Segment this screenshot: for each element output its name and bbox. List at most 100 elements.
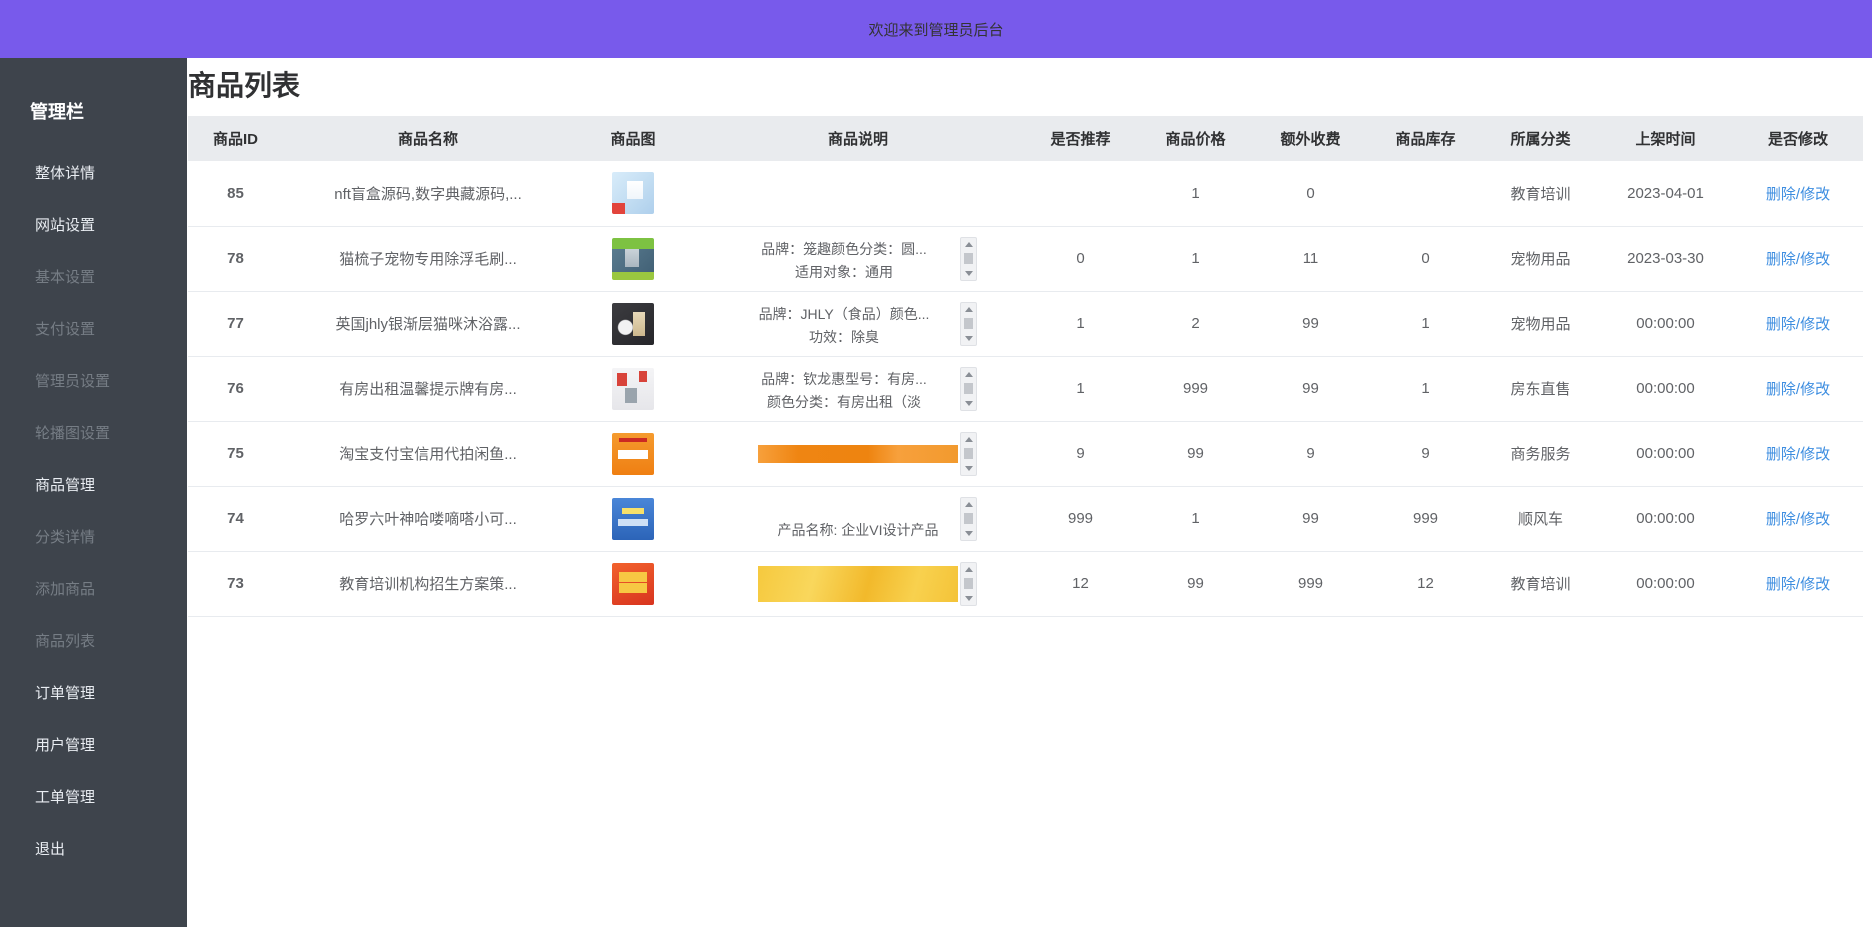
sidebar-item-product-management[interactable]: 商品管理 <box>0 460 187 512</box>
scroll-thumb[interactable] <box>964 448 973 459</box>
price-value: 99 <box>1138 421 1253 487</box>
price-value: 1 <box>1138 486 1253 552</box>
product-id: 73 <box>188 551 283 617</box>
delete-modify-link[interactable]: 删除/修改 <box>1766 186 1830 203</box>
scroll-thumb[interactable] <box>964 383 973 394</box>
description-scrollbar[interactable] <box>960 236 977 281</box>
category-value: 房东直售 <box>1483 356 1598 422</box>
sidebar-item-overall-details[interactable]: 整体详情 <box>0 148 187 200</box>
sidebar-item-add-product[interactable]: 添加商品 <box>0 564 187 616</box>
table-row: 77 英国jhly银渐层猫咪沐浴露... 品牌：JHLY（食品）颜色... 功效… <box>188 291 1863 357</box>
scroll-up-arrow-icon[interactable] <box>964 371 973 377</box>
scroll-down-arrow-icon[interactable] <box>964 400 973 406</box>
extra-fee-value: 99 <box>1253 486 1368 552</box>
header-recommended: 是否推荐 <box>1023 116 1138 161</box>
scroll-thumb[interactable] <box>964 578 973 589</box>
product-description-cell <box>693 161 1023 227</box>
sidebar-item-site-settings[interactable]: 网站设置 <box>0 200 187 252</box>
sidebar-item-order-management[interactable]: 订单管理 <box>0 668 187 720</box>
category-value: 宠物用品 <box>1483 291 1598 357</box>
sidebar-item-payment-settings[interactable]: 支付设置 <box>0 304 187 356</box>
product-name: 有房出租温馨提示牌有房... <box>283 356 573 422</box>
stock-value: 0 <box>1368 226 1483 292</box>
delete-modify-link[interactable]: 删除/修改 <box>1766 511 1830 528</box>
description-scrollbar[interactable] <box>960 366 977 411</box>
product-id: 85 <box>188 161 283 227</box>
delete-modify-link[interactable]: 删除/修改 <box>1766 316 1830 333</box>
product-table: 商品ID 商品名称 商品图 商品说明 是否推荐 商品价格 额外收费 商品库存 所… <box>188 116 1863 617</box>
shelf-time-value: 2023-03-30 <box>1598 226 1733 292</box>
product-id: 77 <box>188 291 283 357</box>
scroll-up-arrow-icon[interactable] <box>964 501 973 507</box>
sidebar-item-ticket-management[interactable]: 工单管理 <box>0 772 187 824</box>
topbar: 欢迎来到管理员后台 <box>0 0 1872 58</box>
scroll-thumb[interactable] <box>964 253 973 264</box>
scroll-thumb[interactable] <box>964 318 973 329</box>
product-description-cell <box>693 551 1023 617</box>
description-banner-image <box>758 444 958 463</box>
stock-value: 999 <box>1368 486 1483 552</box>
description-scrollbar[interactable] <box>960 496 977 541</box>
description-scrollbar[interactable] <box>960 431 977 476</box>
extra-fee-value: 999 <box>1253 551 1368 617</box>
product-thumbnail-image <box>612 172 654 215</box>
sidebar-item-logout[interactable]: 退出 <box>0 824 187 876</box>
description-banner-image <box>758 565 958 602</box>
product-name: 英国jhly银渐层猫咪沐浴露... <box>283 291 573 357</box>
category-value: 商务服务 <box>1483 421 1598 487</box>
extra-fee-value: 99 <box>1253 356 1368 422</box>
header-stock: 商品库存 <box>1368 116 1483 161</box>
delete-modify-link[interactable]: 删除/修改 <box>1766 251 1830 268</box>
category-value: 顺风车 <box>1483 486 1598 552</box>
extra-fee-value: 0 <box>1253 161 1368 227</box>
sidebar-item-user-management[interactable]: 用户管理 <box>0 720 187 772</box>
scroll-up-arrow-icon[interactable] <box>964 306 973 312</box>
sidebar-item-carousel-settings[interactable]: 轮播图设置 <box>0 408 187 460</box>
recommend-value: 1 <box>1023 356 1138 422</box>
description-scrollbar[interactable] <box>960 301 977 346</box>
category-value: 宠物用品 <box>1483 226 1598 292</box>
price-value: 1 <box>1138 226 1253 292</box>
product-id: 74 <box>188 486 283 552</box>
delete-modify-link[interactable]: 删除/修改 <box>1766 381 1830 398</box>
product-name: 哈罗六叶神哈喽嘀嗒小可... <box>283 486 573 552</box>
recommend-value: 9 <box>1023 421 1138 487</box>
product-thumbnail-image <box>612 302 654 345</box>
page-title: 商品列表 <box>188 70 301 101</box>
scroll-thumb[interactable] <box>964 513 973 524</box>
category-value: 教育培训 <box>1483 161 1598 227</box>
table-row: 73 教育培训机构招生方案策... 12 99 999 12 教育培训 00:0… <box>188 551 1863 617</box>
extra-fee-value: 11 <box>1253 226 1368 292</box>
header-product-name: 商品名称 <box>283 116 573 161</box>
sidebar-item-admin-settings[interactable]: 管理员设置 <box>0 356 187 408</box>
scroll-down-arrow-icon[interactable] <box>964 270 973 276</box>
table-row: 85 nft盲盒源码,数字典藏源码,... 1 0 教育培训 2023-04-0… <box>188 161 1863 227</box>
scroll-down-arrow-icon[interactable] <box>964 465 973 471</box>
scroll-down-arrow-icon[interactable] <box>964 530 973 536</box>
scroll-up-arrow-icon[interactable] <box>964 241 973 247</box>
shelf-time-value: 00:00:00 <box>1598 486 1733 552</box>
header-product-description: 商品说明 <box>693 116 1023 161</box>
extra-fee-value: 99 <box>1253 291 1368 357</box>
sidebar-item-category-details[interactable]: 分类详情 <box>0 512 187 564</box>
scroll-up-arrow-icon[interactable] <box>964 436 973 442</box>
scroll-down-arrow-icon[interactable] <box>964 335 973 341</box>
header-product-image: 商品图 <box>573 116 693 161</box>
header-extra-fee: 额外收费 <box>1253 116 1368 161</box>
product-thumbnail-image <box>612 497 654 540</box>
shelf-time-value: 2023-04-01 <box>1598 161 1733 227</box>
description-scrollbar[interactable] <box>960 561 977 606</box>
scroll-down-arrow-icon[interactable] <box>964 595 973 601</box>
sidebar-item-product-list[interactable]: 商品列表 <box>0 616 187 668</box>
delete-modify-link[interactable]: 删除/修改 <box>1766 576 1830 593</box>
stock-value: 9 <box>1368 421 1483 487</box>
price-value: 2 <box>1138 291 1253 357</box>
sidebar-menu: 整体详情 网站设置 基本设置 支付设置 管理员设置 轮播图设置 商品管理 分类详… <box>0 148 187 876</box>
scroll-up-arrow-icon[interactable] <box>964 566 973 572</box>
product-id: 76 <box>188 356 283 422</box>
header-shelf-time: 上架时间 <box>1598 116 1733 161</box>
delete-modify-link[interactable]: 删除/修改 <box>1766 446 1830 463</box>
price-value: 99 <box>1138 551 1253 617</box>
recommend-value <box>1023 161 1138 227</box>
sidebar-item-basic-settings[interactable]: 基本设置 <box>0 252 187 304</box>
